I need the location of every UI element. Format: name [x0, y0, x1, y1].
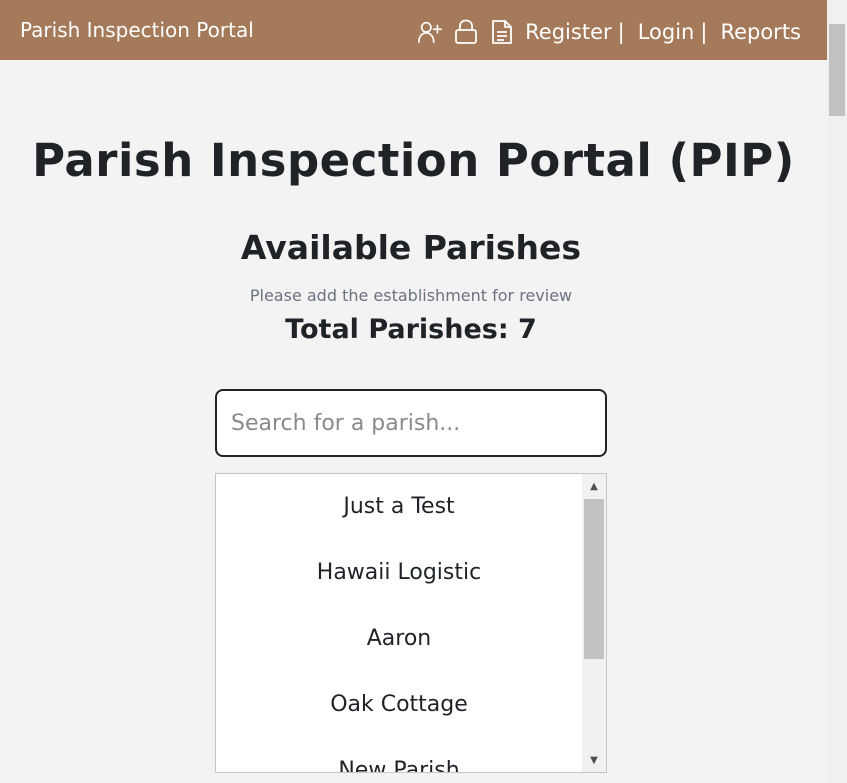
parish-list-item[interactable]: Hawaii Logistic — [216, 540, 582, 606]
login-link[interactable]: Login — [638, 20, 695, 44]
section-title: Available Parishes — [240, 228, 582, 267]
section-subtitle: Please add the establishment for review — [249, 286, 573, 305]
page-scrollbar-thumb[interactable] — [829, 24, 845, 116]
page-scrollbar[interactable] — [827, 0, 847, 783]
parish-list-item[interactable]: Aaron — [216, 606, 582, 672]
nav-links: Register | Login | Reports — [417, 12, 801, 52]
scroll-up-arrow-icon[interactable]: ▲ — [582, 474, 606, 498]
parish-list-scrollbar[interactable]: ▲ ▼ — [582, 474, 606, 772]
parish-list[interactable]: Just a Test Hawaii Logistic Aaron Oak Co… — [215, 473, 607, 773]
scroll-down-arrow-icon[interactable]: ▼ — [582, 748, 606, 772]
register-link[interactable]: Register — [525, 20, 611, 44]
lock-icon[interactable] — [453, 18, 479, 46]
parish-list-items: Just a Test Hawaii Logistic Aaron Oak Co… — [216, 474, 582, 772]
brand-title[interactable]: Parish Inspection Portal — [20, 17, 254, 43]
document-icon[interactable] — [489, 18, 515, 46]
page-title: Parish Inspection Portal (PIP) — [32, 134, 795, 187]
top-navbar: Parish Inspection Portal Register | Logi… — [0, 0, 827, 60]
parish-list-scrollbar-thumb[interactable] — [584, 499, 604, 659]
reports-link[interactable]: Reports — [720, 20, 801, 44]
parish-list-item[interactable]: Oak Cottage — [216, 672, 582, 738]
parish-list-item[interactable]: Just a Test — [216, 474, 582, 540]
parish-search-input[interactable] — [215, 389, 607, 457]
add-user-icon[interactable] — [417, 18, 443, 46]
nav-separator: | — [700, 20, 708, 44]
total-parishes-count: Total Parishes: 7 — [285, 314, 537, 345]
parish-list-item[interactable]: New Parish — [216, 738, 582, 772]
nav-separator: | — [617, 20, 625, 44]
